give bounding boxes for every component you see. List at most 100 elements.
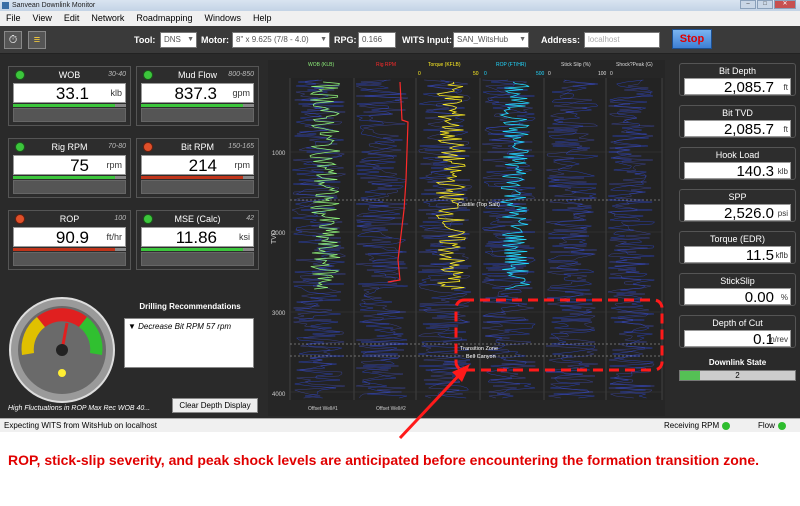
readout-unit: in/rev (768, 335, 788, 344)
menu-windows[interactable]: Windows (198, 11, 247, 26)
address-input[interactable]: localhost (584, 32, 660, 48)
status-led (143, 142, 153, 152)
gauge-label: WOB (58, 70, 81, 80)
readout-value: 2,085.7 (723, 121, 774, 138)
toolbar: ⏱ ≡ Tool: DNS ▼ Motor: 8" x 9.625 (7/8 - … (0, 26, 800, 54)
tool-value: DNS (164, 35, 181, 44)
wits-select[interactable]: SAN_WitsHub ▼ (453, 32, 529, 48)
gauge-label: Bit RPM (180, 142, 214, 152)
gauge-label: ROP (59, 214, 80, 224)
clear-depth-button[interactable]: Clear Depth Display (172, 398, 258, 413)
chevron-down-icon: ▼ (320, 36, 327, 43)
readout-label: Torque (EDR) (709, 234, 765, 244)
readout-1: Bit TVD 2,085.7 ft (679, 105, 796, 138)
status-led (15, 214, 25, 224)
readout-5: StickSlip 0.00% (679, 273, 796, 306)
rpm-dial-gauge (7, 295, 117, 405)
menu-help[interactable]: Help (247, 11, 278, 26)
scale-label: 500 (536, 71, 545, 77)
gauge-range: 100 (114, 215, 126, 222)
chevron-down-icon: ▼ (187, 36, 194, 43)
menu-roadmapping[interactable]: Roadmapping (130, 11, 198, 26)
traffic-light-icon[interactable]: ≡ (28, 31, 46, 49)
scale-label: 100 (598, 71, 607, 77)
gauge-extra (13, 108, 126, 122)
legend-offset-well-2: Offset Well#2 (376, 406, 406, 412)
gauge-level-fill (141, 176, 243, 179)
minimize-button[interactable]: – (740, 0, 756, 9)
window-title: Sanvean Downlink Monitor (12, 2, 96, 9)
wits-label: WITS Input: (402, 35, 452, 45)
track-header-stick-slip: Stick Slip (%) (561, 62, 591, 68)
formation-label-castile: Castile (Top Salt) (458, 202, 500, 208)
motor-value: 8" x 9.625 (7/8 - 4.0) (236, 35, 309, 44)
caption: ROP, stick-slip severity, and peak shock… (8, 452, 760, 468)
gauge-range: 42 (246, 215, 254, 222)
readout-value: 2,526.0 (723, 205, 774, 222)
wits-value: SAN_WitsHub (457, 35, 509, 44)
recommendations-panel: Drilling Recommendations ▼ Decrease Bit … (120, 302, 260, 372)
readout-value-box: 140.3 klb (684, 162, 791, 180)
readout-4: Torque (EDR) 11.5 kflb (679, 231, 796, 264)
rpg-label: RPG: (334, 35, 357, 45)
menu-network[interactable]: Network (85, 11, 130, 26)
readout-value-box: 0.1 in/rev (684, 330, 791, 348)
recommendations-title: Drilling Recommendations (139, 302, 241, 311)
gauge-unit: gpm (232, 88, 250, 98)
rpg-value: 0.166 (362, 35, 383, 44)
close-button[interactable]: ✕ (774, 0, 796, 9)
menu-file[interactable]: File (0, 11, 27, 26)
status-rpm: Receiving RPM (664, 419, 731, 432)
readout-label: Bit TVD (722, 108, 753, 118)
status-text: Expecting WITS from WitsHub on localhost (4, 421, 157, 430)
gauge-value: 33.1 (55, 84, 89, 103)
timer-icon[interactable]: ⏱ (4, 31, 22, 49)
downlink-bar: 2 (679, 370, 796, 381)
status-led (15, 70, 25, 80)
menu-view[interactable]: View (27, 11, 58, 26)
gauge-2: Rig RPM 70-80 75 rpm (8, 138, 131, 198)
depth-tick: 4000 (272, 392, 286, 398)
track-header-rop: ROP (FT/HR) (496, 62, 527, 68)
tool-label: Tool: (134, 35, 156, 45)
depth-log-plot[interactable]: TVD 1000 2000 3000 4000 WOB (KLB) Rig RP… (268, 60, 665, 416)
gauge-unit: klb (110, 88, 122, 98)
readout-6: Depth of Cut 0.1 in/rev (679, 315, 796, 348)
gauge-title: WOB 30-40 (9, 67, 130, 83)
recommendation-item: ▼ Decrease Bit RPM 57 rpm (128, 322, 232, 331)
readout-label: SPP (728, 192, 747, 202)
status-flow-text: Flow (758, 421, 775, 430)
gauge-value: 837.3 (174, 84, 217, 103)
readout-unit: % (780, 293, 788, 302)
gauge-extra (13, 180, 126, 194)
depth-tick: 3000 (272, 311, 286, 317)
track-header-torque: Torque (KFLB) (428, 62, 461, 68)
gauge-title: Bit RPM 150-165 (137, 139, 258, 155)
address-label: Address: (541, 35, 581, 45)
dial-svg (9, 297, 115, 403)
gauge-range: 30-40 (108, 71, 126, 78)
maximize-button[interactable]: □ (757, 0, 773, 9)
gauge-extra (141, 108, 254, 122)
downlink-fill (680, 371, 700, 380)
gauge-level-bar (141, 104, 254, 107)
readout-2: Hook Load 140.3 klb (679, 147, 796, 180)
motor-select[interactable]: 8" x 9.625 (7/8 - 4.0) ▼ (232, 32, 330, 48)
status-flow-led (777, 421, 786, 430)
gauge-value-box: 11.86 ksi (141, 227, 254, 247)
stop-button[interactable]: Stop (672, 29, 712, 49)
readout-value-box: 2,085.7 ft (684, 78, 791, 96)
readout-0: Bit Depth 2,085.7 ft (679, 63, 796, 96)
tool-select[interactable]: DNS ▼ (160, 32, 197, 48)
scale-label: 0 (484, 71, 487, 77)
gauge-value: 90.9 (55, 228, 89, 247)
status-rpm-led (722, 421, 731, 430)
recommendations-list[interactable]: ▼ Decrease Bit RPM 57 rpm (124, 318, 254, 368)
readout-3: SPP 2,526.0 psi (679, 189, 796, 222)
log-tracks: TVD 1000 2000 3000 4000 WOB (KLB) Rig RP… (271, 62, 664, 412)
gauge-extra (141, 180, 254, 194)
gauge-label: Rig RPM (51, 142, 88, 152)
rpg-input[interactable]: 0.166 (358, 32, 396, 48)
readout-unit: psi (777, 209, 788, 218)
menu-edit[interactable]: Edit (58, 11, 86, 26)
